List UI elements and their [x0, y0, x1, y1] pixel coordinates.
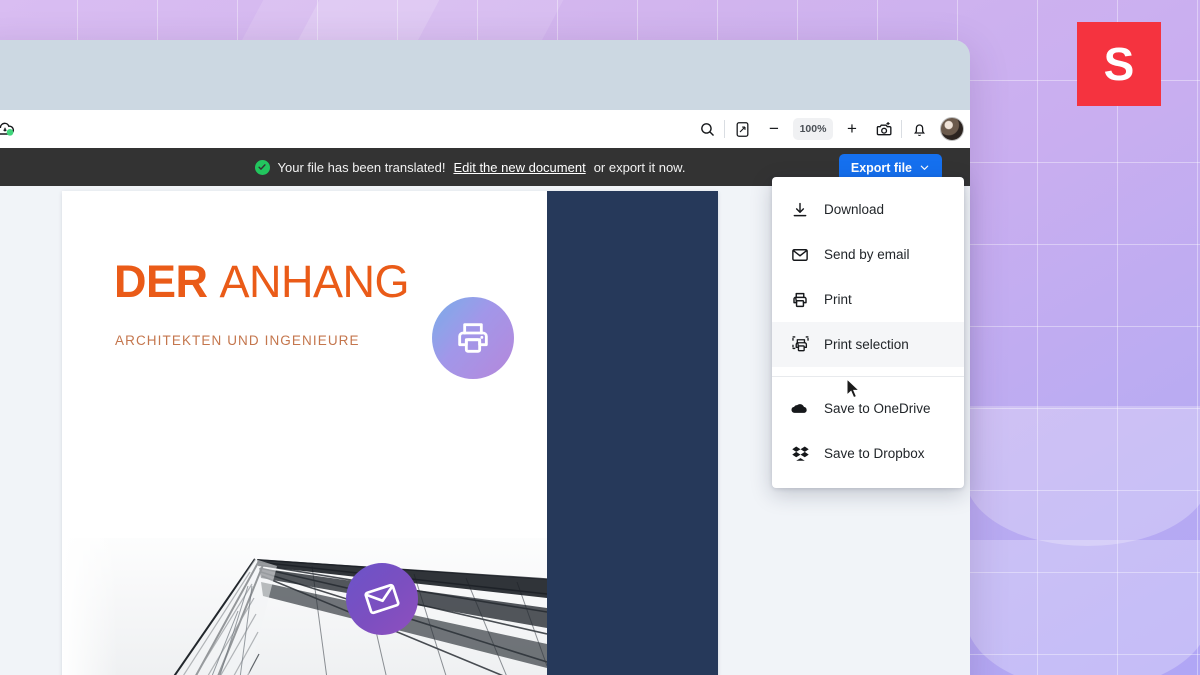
menu-item-label: Save to OneDrive: [824, 401, 931, 416]
printer-icon: [790, 290, 810, 310]
search-icon[interactable]: [692, 115, 722, 143]
print-badge: [432, 297, 514, 379]
envelope-icon: [364, 583, 400, 615]
export-file-label: Export file: [850, 160, 912, 175]
document-title: DER ANHANG: [114, 256, 410, 308]
architecture-photo: [62, 516, 547, 675]
menu-item-download[interactable]: Download: [772, 187, 964, 232]
envelope-icon: [790, 245, 810, 265]
document-title-bold: DER: [114, 256, 208, 307]
menu-item-save-to-onedrive[interactable]: Save to OneDrive: [772, 386, 964, 431]
chevron-down-icon: [920, 165, 929, 170]
fullscreen-icon[interactable]: [727, 115, 757, 143]
menu-item-label: Save to Dropbox: [824, 446, 925, 461]
printer-icon: [458, 323, 488, 353]
zoom-level[interactable]: 100%: [793, 118, 833, 140]
menu-item-label: Download: [824, 202, 885, 217]
menu-item-save-to-dropbox[interactable]: Save to Dropbox: [772, 431, 964, 476]
notifications-bell-icon[interactable]: [904, 115, 934, 143]
menu-divider: [772, 376, 964, 377]
app-toolbar: f: [0, 110, 970, 148]
page-content: DER ANHANG ARCHITEKTEN UND INGENIEURE: [62, 191, 547, 675]
brand-logo: S: [1077, 22, 1161, 106]
toolbar-divider: [724, 120, 725, 138]
background-blob: [965, 540, 1200, 675]
mouse-cursor: [846, 378, 861, 399]
document-subtitle: ARCHITEKTEN UND INGENIEURE: [115, 333, 360, 348]
dropbox-icon: [790, 444, 810, 464]
avatar[interactable]: [940, 117, 964, 141]
browser-chrome-bar: [0, 40, 970, 110]
document-title-light: ANHANG: [219, 256, 410, 307]
check-circle-icon: [254, 159, 270, 175]
cloud-save-icon[interactable]: [0, 115, 20, 143]
snapshot-icon[interactable]: [869, 115, 899, 143]
onedrive-cloud-icon: [790, 399, 810, 419]
page-sidebar-block: [547, 191, 718, 675]
export-dropdown-menu: Download Send by email Print Print selec…: [772, 177, 964, 488]
menu-item-send-by-email[interactable]: Send by email: [772, 232, 964, 277]
menu-item-label: Send by email: [824, 247, 910, 262]
menu-item-print-selection[interactable]: Print selection: [772, 322, 964, 367]
brand-letter: S: [1103, 38, 1135, 90]
print-selection-icon: [790, 335, 810, 355]
zoom-in-button[interactable]: +: [837, 115, 867, 143]
toolbar-divider: [901, 120, 902, 138]
notice-message-tail: or export it now.: [593, 159, 686, 175]
download-icon: [790, 200, 810, 220]
screen: S f: [0, 0, 1200, 675]
notice-message: Your file has been translated!: [277, 159, 446, 175]
menu-item-print[interactable]: Print: [772, 277, 964, 322]
menu-item-label: Print selection: [824, 337, 909, 352]
zoom-out-button[interactable]: −: [759, 115, 789, 143]
background-blob: [965, 406, 1200, 546]
menu-item-label: Print: [824, 292, 852, 307]
email-badge: [346, 563, 418, 635]
edit-document-link[interactable]: Edit the new document: [453, 160, 585, 175]
